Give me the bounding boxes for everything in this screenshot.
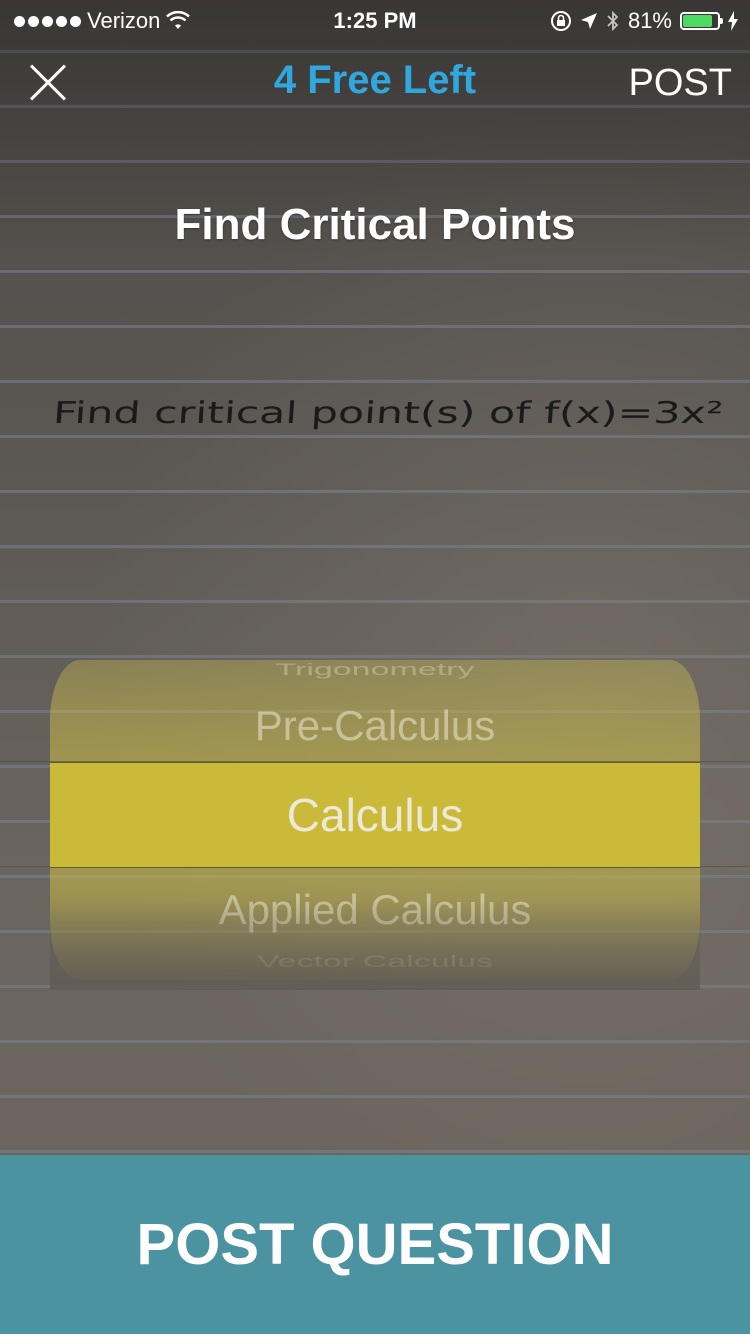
battery-percent: 81% bbox=[627, 8, 672, 33]
picker-option[interactable]: Pre-Calculus bbox=[50, 702, 700, 750]
handwritten-text: Find critical point(s) of f(x)=3x² bbox=[55, 396, 724, 431]
notebook-photo-background bbox=[0, 0, 750, 1155]
picker-option[interactable]: Vector Calculus bbox=[50, 952, 700, 972]
rotation-lock-icon bbox=[550, 11, 571, 31]
picker-selected-option[interactable]: Calculus bbox=[50, 762, 700, 868]
post-button[interactable]: POST bbox=[629, 62, 732, 105]
bluetooth-icon bbox=[607, 10, 619, 32]
question-title[interactable]: Find Critical Points bbox=[0, 200, 750, 250]
battery-icon bbox=[680, 12, 723, 30]
status-right: 81% bbox=[550, 8, 738, 34]
location-icon bbox=[580, 13, 597, 29]
nav-bar: 4 Free Left POST bbox=[0, 40, 750, 124]
status-bar: Verizon 1:25 PM 81% bbox=[0, 0, 750, 40]
charging-icon bbox=[728, 11, 738, 31]
picker-option[interactable]: Trigonometry bbox=[50, 660, 700, 679]
picker-option[interactable]: Applied Calculus bbox=[50, 886, 700, 934]
handwritten-question: Find critical point(s) of f(x)=3x² bbox=[55, 396, 724, 431]
post-question-button[interactable]: POST QUESTION bbox=[0, 1155, 750, 1334]
